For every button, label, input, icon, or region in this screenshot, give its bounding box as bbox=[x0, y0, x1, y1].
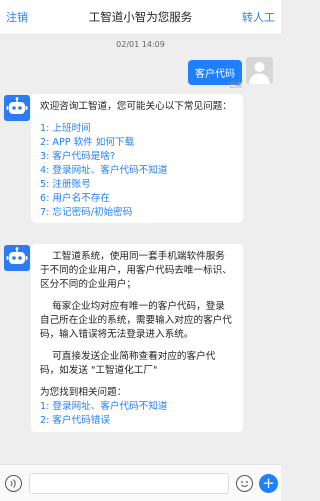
header-bar: 注销 工智道小智为您服务 转人工 bbox=[0, 0, 281, 35]
robot-icon bbox=[6, 247, 28, 264]
faq-item[interactable]: 5: 注册账号 bbox=[40, 178, 234, 192]
bot-avatar bbox=[4, 95, 30, 121]
faq-item[interactable]: 1: 上班时间 bbox=[40, 122, 234, 136]
faq-item[interactable]: 3: 客户代码是啥? bbox=[40, 150, 234, 164]
related-title: 为您找到相关问题： bbox=[40, 387, 127, 398]
plus-button[interactable]: + bbox=[259, 474, 278, 493]
input-bar: + bbox=[0, 464, 281, 501]
answer-paragraph: 每家企业均对应有唯一的客户代码，登录自己所在企业的系统，需要输入对应的客户代码，… bbox=[40, 301, 232, 340]
answer-paragraph: 工智道系统，使用同一套手机端软件服务于不同的企业用户，用客户代码去唯一标识、区分… bbox=[40, 251, 232, 290]
related-question[interactable]: 1: 登录网址、客户代码不知道 bbox=[40, 400, 234, 414]
transfer-human-button[interactable]: 转人工 bbox=[242, 9, 275, 25]
message-input[interactable] bbox=[29, 473, 229, 494]
user-avatar bbox=[246, 57, 273, 84]
faq-intro: 欢迎咨询工智道，您可能关心以下常见问题： bbox=[40, 101, 232, 112]
voice-icon[interactable] bbox=[5, 475, 22, 492]
emoji-icon[interactable] bbox=[236, 475, 253, 492]
robot-icon bbox=[6, 97, 28, 114]
bot-message-answer: 工智道系统，使用同一套手机端软件服务于不同的企业用户，用客户代码去唯一标识、区分… bbox=[31, 244, 243, 432]
message-timestamp: 02/01 14:09 bbox=[116, 40, 165, 49]
faq-item[interactable]: 4: 登录网址、客户代码不知道 bbox=[40, 164, 234, 178]
read-status: 已读 bbox=[229, 81, 242, 89]
faq-item[interactable]: 2: APP 软件 如何下载 bbox=[40, 136, 234, 150]
page-title: 工智道小智为您服务 bbox=[88, 10, 193, 24]
bot-message-faq: 欢迎咨询工智道，您可能关心以下常见问题： 1: 上班时间 2: APP 软件 如… bbox=[31, 94, 243, 223]
faq-item[interactable]: 7: 忘记密码/初始密码 bbox=[40, 206, 234, 220]
related-question[interactable]: 2: 客户代码错误 bbox=[40, 414, 234, 428]
bot-avatar bbox=[4, 245, 30, 271]
faq-item[interactable]: 6: 用户名不存在 bbox=[40, 192, 234, 206]
person-icon bbox=[249, 62, 270, 84]
answer-paragraph: 可直接发送企业简称查看对应的客户代码，如发送 "工智道化工厂" bbox=[40, 351, 216, 376]
